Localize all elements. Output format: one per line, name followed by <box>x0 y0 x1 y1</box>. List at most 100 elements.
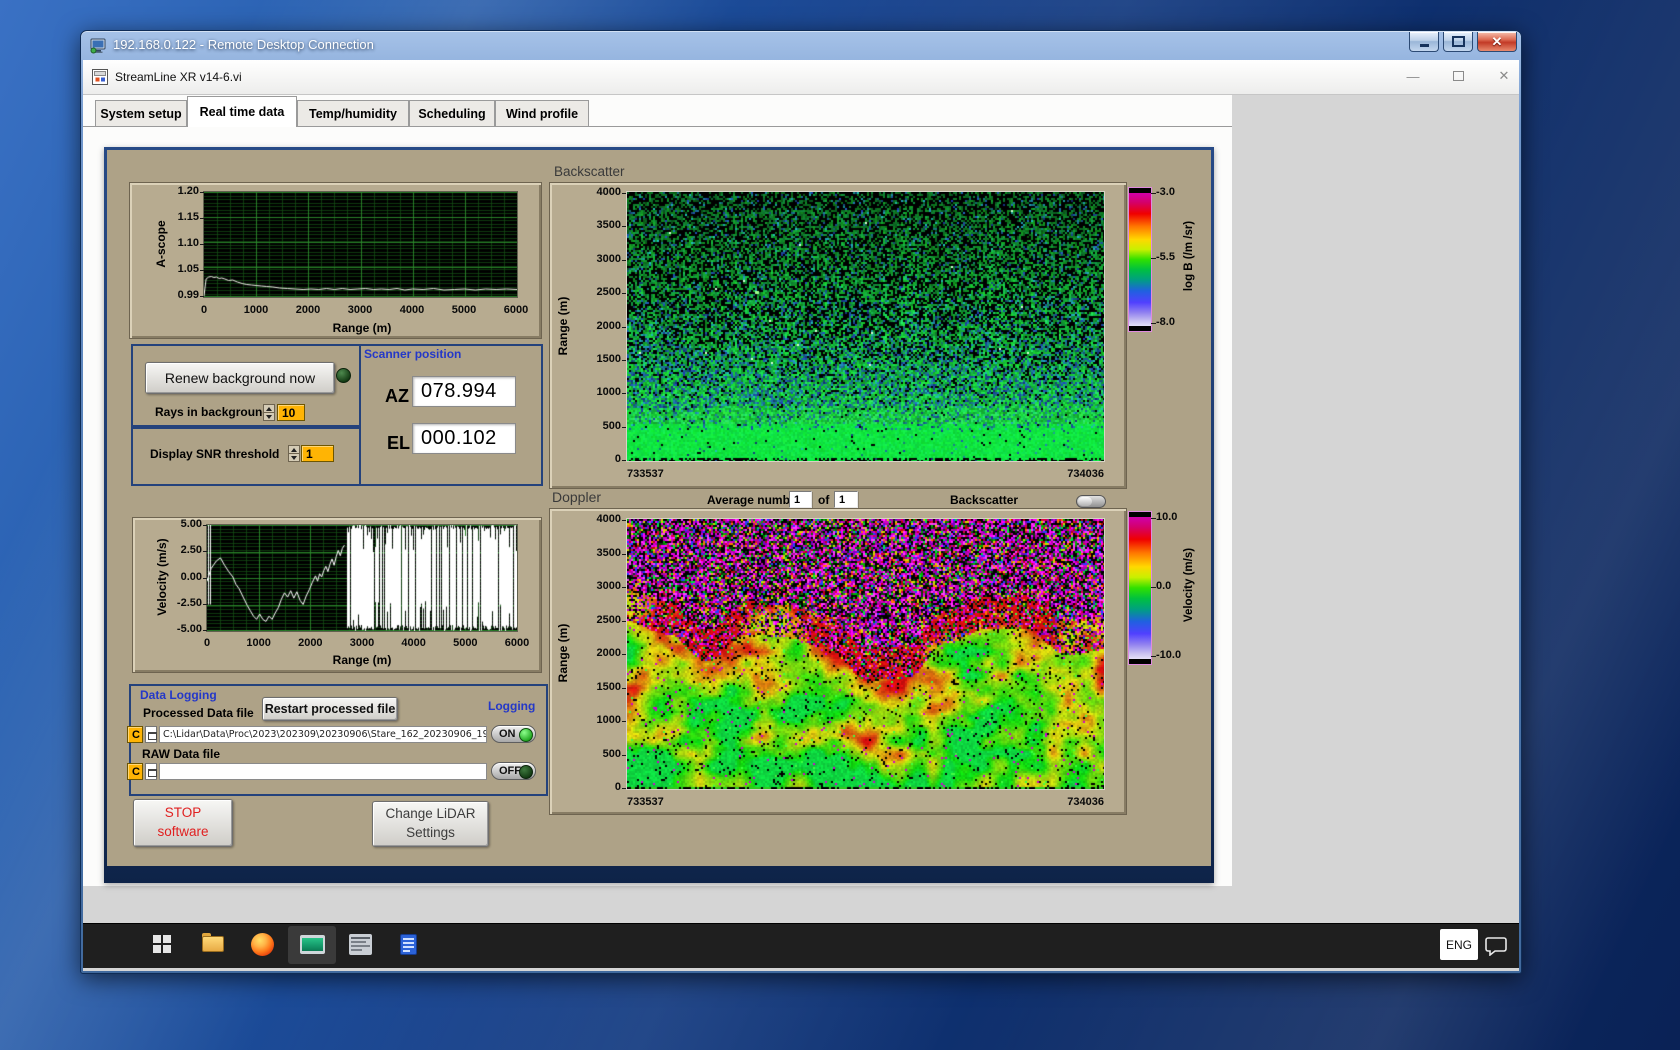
rdp-maximize-button[interactable] <box>1443 32 1473 52</box>
axis-tick-label: 0 <box>200 304 208 316</box>
axis-tick-label: 1000 <box>596 714 621 726</box>
backscatter-x-start: 733537 <box>627 468 664 480</box>
maximize-icon <box>1451 36 1465 47</box>
restore-icon <box>1452 71 1464 81</box>
tick-mark <box>622 226 626 228</box>
scan-scheduler-button[interactable] <box>346 930 374 958</box>
backscatter-title: Backscatter <box>554 164 625 179</box>
average-number-value[interactable]: 1 <box>789 491 812 508</box>
vi-title: StreamLine XR v14-6.vi <box>115 70 242 84</box>
tab-label: Temp/humidity <box>309 106 397 121</box>
renew-background-button[interactable]: Renew background now <box>145 362 335 394</box>
tab-real-time-data[interactable]: Real time data <box>187 96 297 127</box>
toggle-knob <box>1078 497 1092 506</box>
firefox-icon <box>250 932 274 956</box>
tick-mark <box>1151 587 1156 588</box>
browse-folder-icon[interactable] <box>145 763 157 780</box>
raw-drive-selector[interactable]: C <box>127 763 143 780</box>
log-file-button[interactable] <box>394 930 422 958</box>
tick-mark <box>622 426 626 428</box>
average-total-value[interactable]: 1 <box>834 491 858 508</box>
start-button[interactable] <box>148 930 176 958</box>
doppler-x-start: 733537 <box>627 796 664 808</box>
background-led <box>336 368 351 383</box>
streamline-window-button[interactable] <box>298 930 326 958</box>
folder-glyph <box>148 732 157 740</box>
tick-mark <box>203 577 207 579</box>
raw-logging-toggle[interactable]: OFF <box>491 762 536 780</box>
axis-tick-label: 1000 <box>596 386 621 399</box>
axis-tick-label: 3000 <box>347 304 373 316</box>
vi-close-button[interactable]: ✕ <box>1493 66 1515 86</box>
axis-tick-label: 2.50 <box>180 544 202 557</box>
backscatter-heatmap <box>626 191 1105 462</box>
tab-label: Scheduling <box>418 106 486 121</box>
axis-tick-label: 0.00 <box>180 570 202 583</box>
tab-wind-profile[interactable]: Wind profile <box>495 100 589 126</box>
tick-mark <box>622 259 626 261</box>
processed-path-field[interactable]: C:\Lidar\Data\Proc\2023\202309\20230906\… <box>159 726 487 743</box>
tick-mark <box>203 603 207 605</box>
axis-tick-label: 1.10 <box>177 237 199 249</box>
axis-tick-label: 2000 <box>596 319 621 332</box>
snr-spinner[interactable] <box>288 445 300 462</box>
tick-mark <box>1151 518 1156 519</box>
tab-system-setup[interactable]: System setup <box>95 100 187 126</box>
az-label: AZ <box>385 386 409 406</box>
stop-software-button[interactable]: STOP software <box>133 799 233 847</box>
vi-minimize-button[interactable]: — <box>1402 66 1424 86</box>
raw-data-file-label: RAW Data file <box>142 747 221 761</box>
tick-mark <box>200 192 204 193</box>
doppler-colorbar <box>1128 511 1152 665</box>
axis-tick-label: 2500 <box>596 286 621 299</box>
logging-off-led <box>519 765 533 779</box>
tab-temp-humidity[interactable]: Temp/humidity <box>297 100 409 126</box>
minimize-icon <box>1419 44 1429 47</box>
colorbar-cap <box>1129 188 1151 193</box>
folder-icon <box>202 933 224 952</box>
axis-tick-label: 1.05 <box>177 263 199 275</box>
raw-path-field[interactable] <box>159 763 487 780</box>
velocity-plot <box>206 524 518 632</box>
axis-tick-label: 0 <box>614 781 621 793</box>
browse-folder-icon[interactable] <box>145 726 157 743</box>
doppler-backscatter-toggle[interactable] <box>1076 495 1106 508</box>
processed-path-text: C:\Lidar\Data\Proc\2023\202309\20230906\… <box>163 729 487 740</box>
axis-tick-label: 3000 <box>596 580 621 592</box>
file-explorer-button[interactable] <box>199 930 227 958</box>
axis-tick-label: 1500 <box>596 352 621 365</box>
az-value[interactable]: 078.994 <box>412 376 516 407</box>
axis-tick-label: 3500 <box>596 546 621 559</box>
axis-tick-label: 0 <box>614 453 621 465</box>
log-file-icon <box>399 933 417 955</box>
rdp-close-button[interactable]: ✕ <box>1477 32 1517 52</box>
change-lidar-settings-button[interactable]: Change LiDAR Settings <box>372 801 489 847</box>
processed-logging-toggle[interactable]: ON <box>491 725 536 743</box>
axis-tick-label: 500 <box>602 419 621 432</box>
el-value[interactable]: 000.102 <box>412 423 516 454</box>
language-indicator[interactable]: ENG <box>1440 929 1478 960</box>
rdp-minimize-button[interactable] <box>1409 32 1439 52</box>
processed-drive-selector[interactable]: C <box>127 726 143 743</box>
axis-tick-label: 4000 <box>596 186 621 198</box>
restart-processed-file-button[interactable]: Restart processed file <box>262 697 398 721</box>
axis-tick-label: 4000 <box>401 637 426 649</box>
axis-tick-label: 3500 <box>596 219 621 232</box>
tick-mark <box>203 551 207 553</box>
axis-tick-label: 4000 <box>596 513 621 525</box>
colorbar-cap <box>1129 512 1151 517</box>
logging-on-led <box>519 728 533 742</box>
rays-spinner[interactable] <box>263 404 275 421</box>
tick-mark <box>622 193 626 194</box>
firefox-button[interactable] <box>248 930 276 958</box>
snr-threshold-value[interactable]: 1 <box>301 445 334 462</box>
panel: A-scope Range (m) Renew background now R… <box>107 150 1211 866</box>
chat-button[interactable] <box>1482 932 1510 960</box>
logging-label: Logging <box>488 699 536 713</box>
tick-mark <box>622 620 626 622</box>
vi-restore-button[interactable] <box>1447 66 1469 86</box>
rays-in-background-value[interactable]: 10 <box>277 404 305 421</box>
tab-scheduling[interactable]: Scheduling <box>409 100 495 126</box>
axis-tick-label: 5000 <box>453 637 478 649</box>
axis-tick-label: 2000 <box>298 637 323 649</box>
